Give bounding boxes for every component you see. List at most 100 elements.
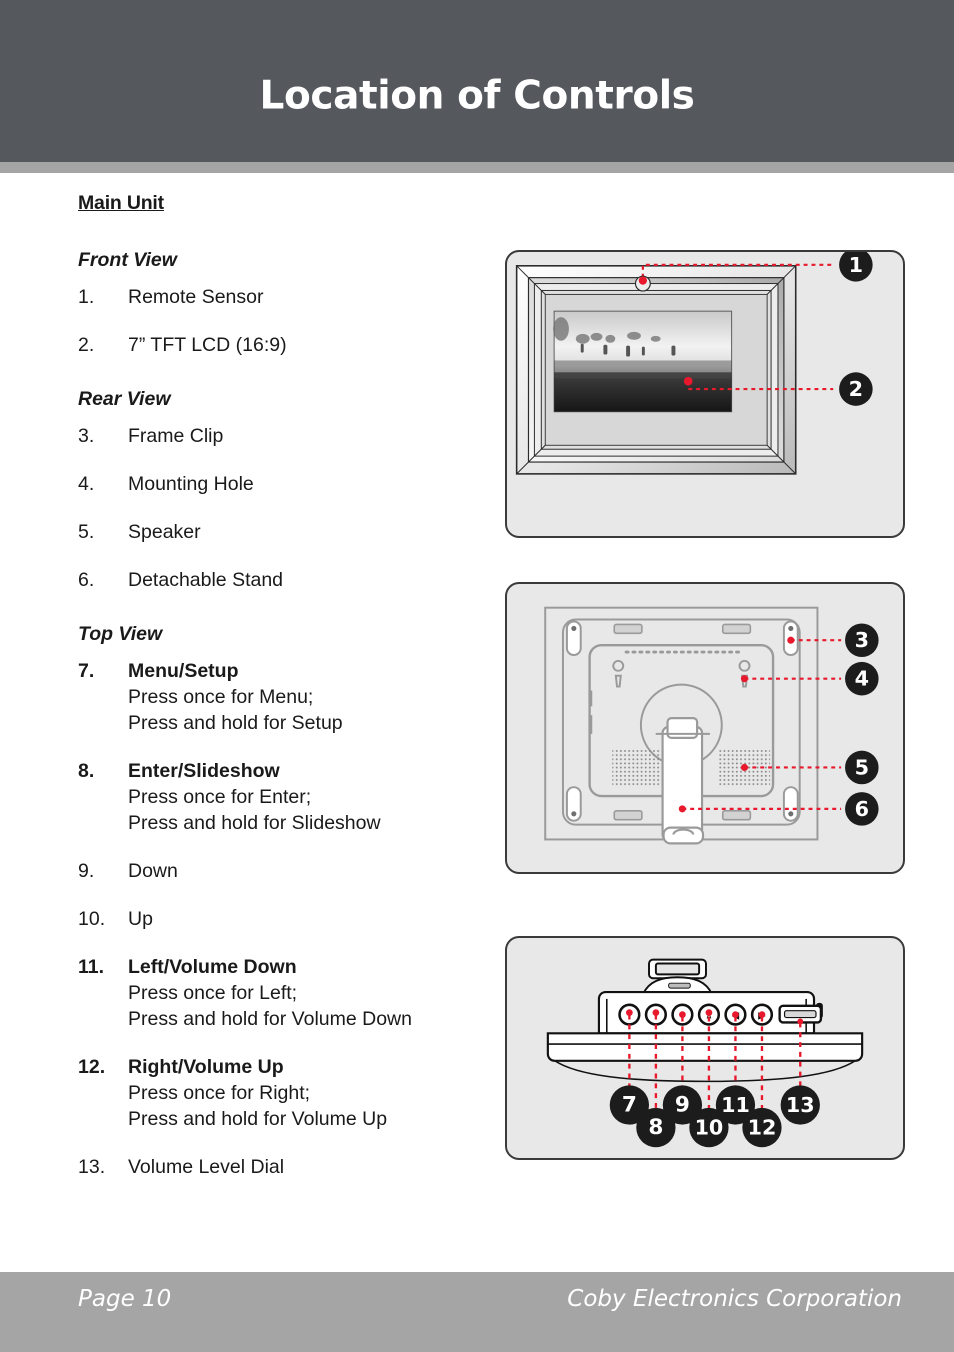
- list-item-sublabel: Press once for Left; Press and hold for …: [128, 982, 412, 1030]
- list-item: 4. Mounting Hole: [78, 471, 488, 497]
- list-group-front-view: 1. Remote Sensor 2. 7” TFT LCD (16:9): [78, 284, 488, 358]
- subhead-top-view: Top View: [78, 623, 163, 645]
- callout-badge-4: 4: [845, 661, 879, 696]
- list-item-number: 8.: [78, 760, 95, 782]
- list-item-label: Volume Level Dial: [128, 1156, 285, 1178]
- list-item-body: Enter/Slideshow Press once for Enter; Pr…: [128, 758, 488, 836]
- list-item-body: Up: [128, 906, 488, 932]
- callout-number: 12: [748, 1116, 777, 1140]
- header-divider-rule: [0, 162, 954, 173]
- list-item-number: 2.: [78, 334, 95, 356]
- list-item-number: 5.: [78, 521, 95, 543]
- list-item-label: Mounting Hole: [128, 473, 254, 495]
- list-item: 8. Enter/Slideshow Press once for Enter;…: [78, 758, 488, 836]
- list-item-body: Speaker: [128, 519, 488, 545]
- list-item-number: 3.: [78, 425, 95, 447]
- corporation-name: Coby Electronics Corporation: [567, 1286, 902, 1312]
- page-number: Page 10: [78, 1286, 172, 1312]
- list-item-number: 1.: [78, 286, 95, 308]
- detachable-stand: [655, 717, 710, 845]
- list-item-number: 11.: [78, 956, 105, 978]
- stand-hinge: [641, 958, 714, 995]
- list-item-label: Menu/Setup: [128, 660, 239, 682]
- list-item-body: Mounting Hole: [128, 471, 488, 497]
- list-item-body: Menu/Setup Press once for Menu; Press an…: [128, 658, 488, 736]
- list-item: 5. Speaker: [78, 519, 488, 545]
- list-item-number: 6.: [78, 569, 95, 591]
- list-item-label: Up: [128, 908, 153, 930]
- callout-number: 10: [695, 1116, 724, 1140]
- list-item-number: 12.: [78, 1056, 106, 1078]
- list-item-label: Left/Volume Down: [128, 956, 297, 978]
- list-group-rear-view: 3. Frame Clip 4. Mounting Hole 5. Speake…: [78, 423, 488, 593]
- callout-badge-10: 10: [689, 1107, 729, 1148]
- callout-number: 8: [648, 1115, 663, 1140]
- list-item: 1. Remote Sensor: [78, 284, 488, 310]
- list-item-number: 10.: [78, 908, 106, 930]
- list-item: 9. Down: [78, 858, 488, 884]
- list-item-label: Remote Sensor: [128, 286, 264, 308]
- list-item-label: Enter/Slideshow: [128, 760, 280, 782]
- callout-number: 1: [849, 253, 863, 277]
- list-item-label: Right/Volume Up: [128, 1056, 284, 1078]
- list-item-label: Detachable Stand: [128, 569, 284, 591]
- list-item-label: Speaker: [128, 521, 201, 543]
- list-item-body: Left/Volume Down Press once for Left; Pr…: [128, 954, 488, 1032]
- callout-badge-1: 1: [839, 252, 873, 282]
- callout-number: 5: [855, 755, 869, 779]
- list-item-body: Frame Clip: [128, 423, 488, 449]
- list-item: 2. 7” TFT LCD (16:9): [78, 332, 488, 358]
- callout-badge-6: 6: [845, 792, 879, 826]
- callout-number: 11: [721, 1093, 750, 1117]
- page-header-bar: Location of Controls: [0, 0, 954, 162]
- callout-badge-3: 3: [845, 623, 879, 657]
- callout-number: 13: [786, 1093, 815, 1117]
- list-item-body: Detachable Stand: [128, 567, 488, 593]
- figure-top-view: ∨ ∧ ◀ ▶: [505, 936, 905, 1160]
- list-item-sublabel: Press once for Enter; Press and hold for…: [128, 786, 381, 834]
- list-item: 3. Frame Clip: [78, 423, 488, 449]
- callout-badge-8: 8: [636, 1107, 676, 1148]
- list-item-number: 13.: [78, 1156, 106, 1178]
- list-item: 13. Volume Level Dial: [78, 1154, 488, 1180]
- page-footer-bar: Page 10 Coby Electronics Corporation: [0, 1272, 954, 1352]
- list-item-body: Right/Volume Up Press once for Right; Pr…: [128, 1054, 488, 1132]
- top-view-illustration: ∨ ∧ ◀ ▶: [546, 958, 864, 1148]
- list-item-body: Down: [128, 858, 488, 884]
- callout-badge-13: 13: [780, 1085, 820, 1125]
- figure-front-view: 1 2: [505, 250, 905, 538]
- list-item: 6. Detachable Stand: [78, 567, 488, 593]
- list-item-number: 7.: [78, 660, 95, 682]
- controls-text-column: Main Unit Front View 1. Remote Sensor 2.…: [78, 192, 488, 1202]
- subhead-front-view: Front View: [78, 249, 177, 271]
- callout-number: 4: [855, 667, 869, 691]
- rear-view-illustration: 3 4 5 6: [544, 606, 879, 845]
- callout-number: 6: [855, 797, 869, 821]
- section-title-main-unit: Main Unit: [78, 192, 164, 214]
- list-item: 7. Menu/Setup Press once for Menu; Press…: [78, 658, 488, 736]
- list-item-label: Down: [128, 860, 178, 882]
- list-item-sublabel: Press once for Menu; Press and hold for …: [128, 686, 343, 734]
- front-view-illustration: 1 2: [515, 252, 873, 475]
- lcd-screen: [553, 310, 733, 413]
- callout-number: 3: [855, 628, 869, 652]
- callout-badge-12: 12: [742, 1107, 782, 1148]
- list-item: 12. Right/Volume Up Press once for Right…: [78, 1054, 488, 1132]
- list-item: 11. Left/Volume Down Press once for Left…: [78, 954, 488, 1032]
- list-item-label: 7” TFT LCD (16:9): [128, 334, 287, 356]
- list-item-number: 9.: [78, 860, 95, 882]
- callout-badge-5: 5: [845, 750, 879, 785]
- figure-rear-view: 3 4 5 6: [505, 582, 905, 874]
- callout-badge-2: 2: [839, 372, 873, 406]
- list-item-label: Frame Clip: [128, 425, 224, 447]
- device-top-face: [546, 990, 864, 1062]
- list-item-body: 7” TFT LCD (16:9): [128, 332, 488, 358]
- list-item-body: Volume Level Dial: [128, 1154, 488, 1180]
- callout-number: 7: [622, 1092, 637, 1117]
- list-item-body: Remote Sensor: [128, 284, 488, 310]
- page-title: Location of Controls: [259, 73, 695, 119]
- list-item: 10. Up: [78, 906, 488, 932]
- callout-number: 2: [849, 377, 863, 401]
- list-item-sublabel: Press once for Right; Press and hold for…: [128, 1082, 388, 1130]
- callout-number: 9: [675, 1092, 690, 1117]
